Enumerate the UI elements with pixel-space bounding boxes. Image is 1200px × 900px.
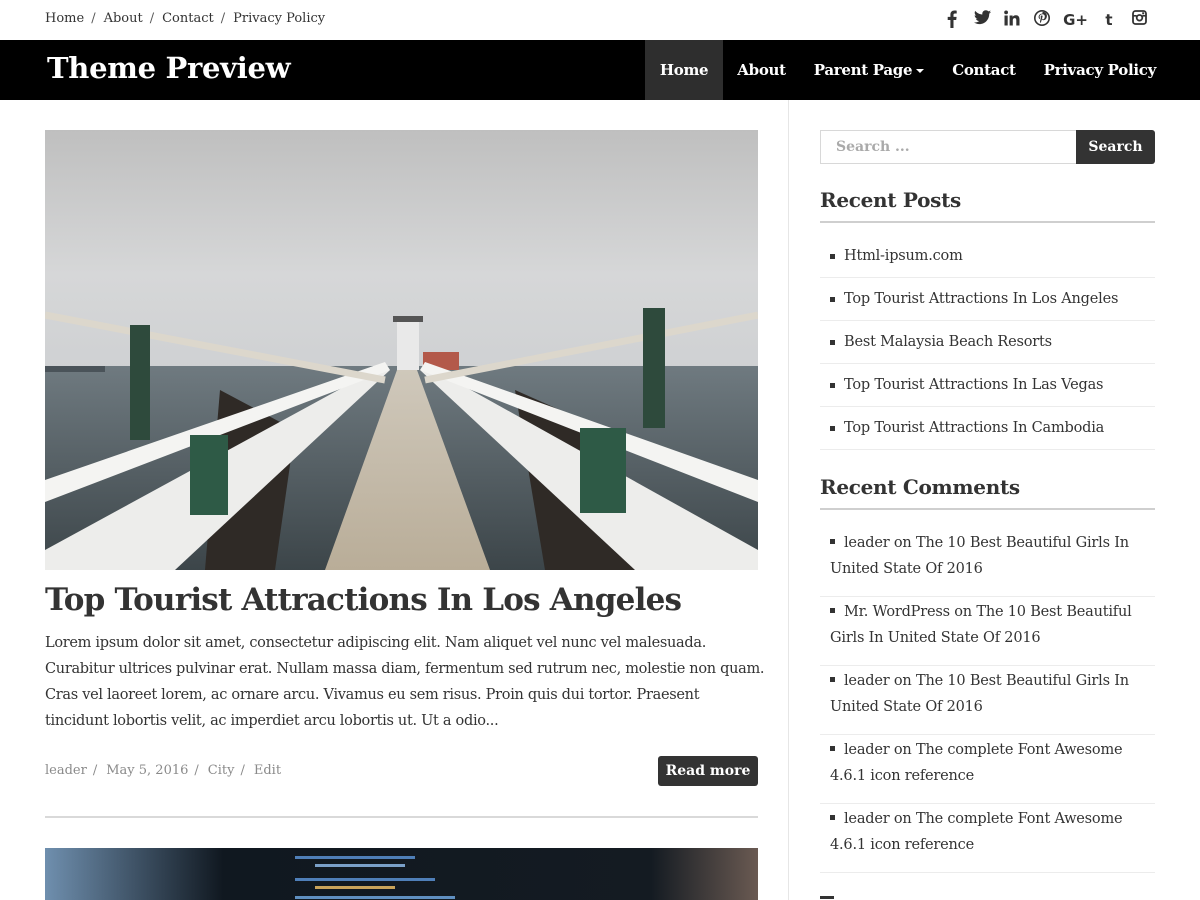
recent-post-link[interactable]: Top Tourist Attractions In Los Angeles <box>844 291 1118 307</box>
post-edit-link[interactable]: Edit <box>254 763 281 778</box>
comment-on: on <box>893 811 912 827</box>
post-author[interactable]: leader <box>45 763 87 778</box>
meta-separator: / <box>194 763 199 778</box>
post-meta: leader / May 5, 2016 / City / Edit <box>45 763 281 778</box>
list-item[interactable]: Top Tourist Attractions In Cambodia <box>820 407 1155 450</box>
nav-item-contact[interactable]: Contact <box>938 40 1029 100</box>
nav-item-parent-page-label: Parent Page <box>813 61 913 79</box>
comment-author[interactable]: leader <box>844 811 890 827</box>
list-item: leader on The 10 Best Beautiful Girls In… <box>820 666 1155 735</box>
meta-separator: / <box>92 763 98 778</box>
top-menu-separator: / <box>149 11 155 26</box>
meta-separator: / <box>240 763 245 778</box>
bullet-icon <box>830 538 835 544</box>
comment-author[interactable]: leader <box>844 673 890 689</box>
facebook-icon[interactable] <box>943 10 961 30</box>
list-item[interactable]: Top Tourist Attractions In Las Vegas <box>820 364 1155 407</box>
bullet-icon <box>830 340 835 345</box>
recent-post-link[interactable]: Html-ipsum.com <box>844 248 963 264</box>
bullet-icon <box>830 745 835 751</box>
code-screen-photo <box>45 848 758 900</box>
top-menu: Home / About / Contact / Privacy Policy <box>45 11 325 26</box>
comment-on: on <box>954 604 972 620</box>
comment-on: on <box>893 742 912 758</box>
list-item: leader on The complete Font Awesome 4.6.… <box>820 804 1155 873</box>
next-post-featured-image[interactable] <box>45 848 758 900</box>
comment-on: on <box>893 673 912 689</box>
caret-down-icon <box>916 69 925 73</box>
list-item: leader on The 10 Best Beautiful Girls In… <box>820 528 1155 597</box>
recent-post-link[interactable]: Best Malaysia Beach Resorts <box>844 334 1052 350</box>
recent-comments-title: Recent Comments <box>820 475 1020 499</box>
recent-comments-rule <box>820 508 1155 510</box>
top-link-privacy-policy[interactable]: Privacy Policy <box>233 11 325 26</box>
main-nav: Home About Parent Page Contact Privacy P… <box>644 40 1170 100</box>
recent-posts-rule <box>820 221 1155 223</box>
pinterest-icon[interactable] <box>1033 10 1051 30</box>
bullet-icon <box>830 426 835 431</box>
nav-item-about[interactable]: About <box>723 40 799 100</box>
bullet-icon <box>830 676 835 682</box>
social-links: G+ t <box>943 10 1148 30</box>
top-link-about[interactable]: About <box>104 11 143 26</box>
recent-post-link[interactable]: Top Tourist Attractions In Cambodia <box>844 420 1104 436</box>
site-header: Theme Preview Home About Parent Page Con… <box>0 40 1200 100</box>
top-link-home[interactable]: Home <box>45 11 84 26</box>
next-widget-title-stub <box>820 896 834 899</box>
post-category[interactable]: City <box>208 763 235 778</box>
sidebar-divider <box>788 100 789 900</box>
recent-post-link[interactable]: Top Tourist Attractions In Las Vegas <box>844 377 1103 393</box>
instagram-icon[interactable] <box>1130 10 1148 30</box>
tumblr-icon[interactable]: t <box>1100 10 1118 30</box>
list-item[interactable]: Top Tourist Attractions In Los Angeles <box>820 278 1155 321</box>
top-menu-separator: / <box>220 11 226 26</box>
google-plus-icon[interactable]: G+ <box>1063 10 1088 30</box>
read-more-button[interactable]: Read more <box>658 756 758 786</box>
bullet-icon <box>830 607 835 613</box>
top-bar: Home / About / Contact / Privacy Policy … <box>0 0 1200 40</box>
linkedin-icon[interactable] <box>1003 10 1021 30</box>
bridge-photo <box>45 130 758 570</box>
recent-comments-list: leader on The 10 Best Beautiful Girls In… <box>820 528 1155 873</box>
comment-author[interactable]: leader <box>844 742 890 758</box>
nav-item-home[interactable]: Home <box>644 40 724 100</box>
post-title[interactable]: Top Tourist Attractions In Los Angeles <box>45 582 682 618</box>
comment-author[interactable]: leader <box>844 535 890 551</box>
recent-posts-list: Html-ipsum.com Top Tourist Attractions I… <box>820 235 1155 450</box>
top-link-contact[interactable]: Contact <box>162 11 214 26</box>
bullet-icon <box>830 383 835 388</box>
nav-item-parent-page[interactable]: Parent Page <box>800 40 938 100</box>
bullet-icon <box>830 814 835 820</box>
list-item[interactable]: Html-ipsum.com <box>820 235 1155 278</box>
post-date[interactable]: May 5, 2016 <box>106 763 188 778</box>
bullet-icon <box>830 254 835 259</box>
list-item: Mr. WordPress on The 10 Best Beautiful G… <box>820 597 1155 666</box>
post-divider <box>45 816 758 818</box>
site-title[interactable]: Theme Preview <box>47 51 291 85</box>
comment-author[interactable]: Mr. WordPress <box>844 604 950 620</box>
nav-item-privacy-policy[interactable]: Privacy Policy <box>1030 40 1170 100</box>
list-item: leader on The complete Font Awesome 4.6.… <box>820 735 1155 804</box>
recent-posts-title: Recent Posts <box>820 188 961 212</box>
list-item[interactable]: Best Malaysia Beach Resorts <box>820 321 1155 364</box>
comment-on: on <box>893 535 912 551</box>
post-featured-image[interactable] <box>45 130 758 570</box>
bullet-icon <box>830 297 835 302</box>
search-button[interactable]: Search <box>1076 130 1155 164</box>
twitter-icon[interactable] <box>973 10 991 30</box>
search-input[interactable]: Search ... <box>820 130 1077 164</box>
post-excerpt: Lorem ipsum dolor sit amet, consectetur … <box>45 635 765 729</box>
top-menu-separator: / <box>91 11 96 26</box>
